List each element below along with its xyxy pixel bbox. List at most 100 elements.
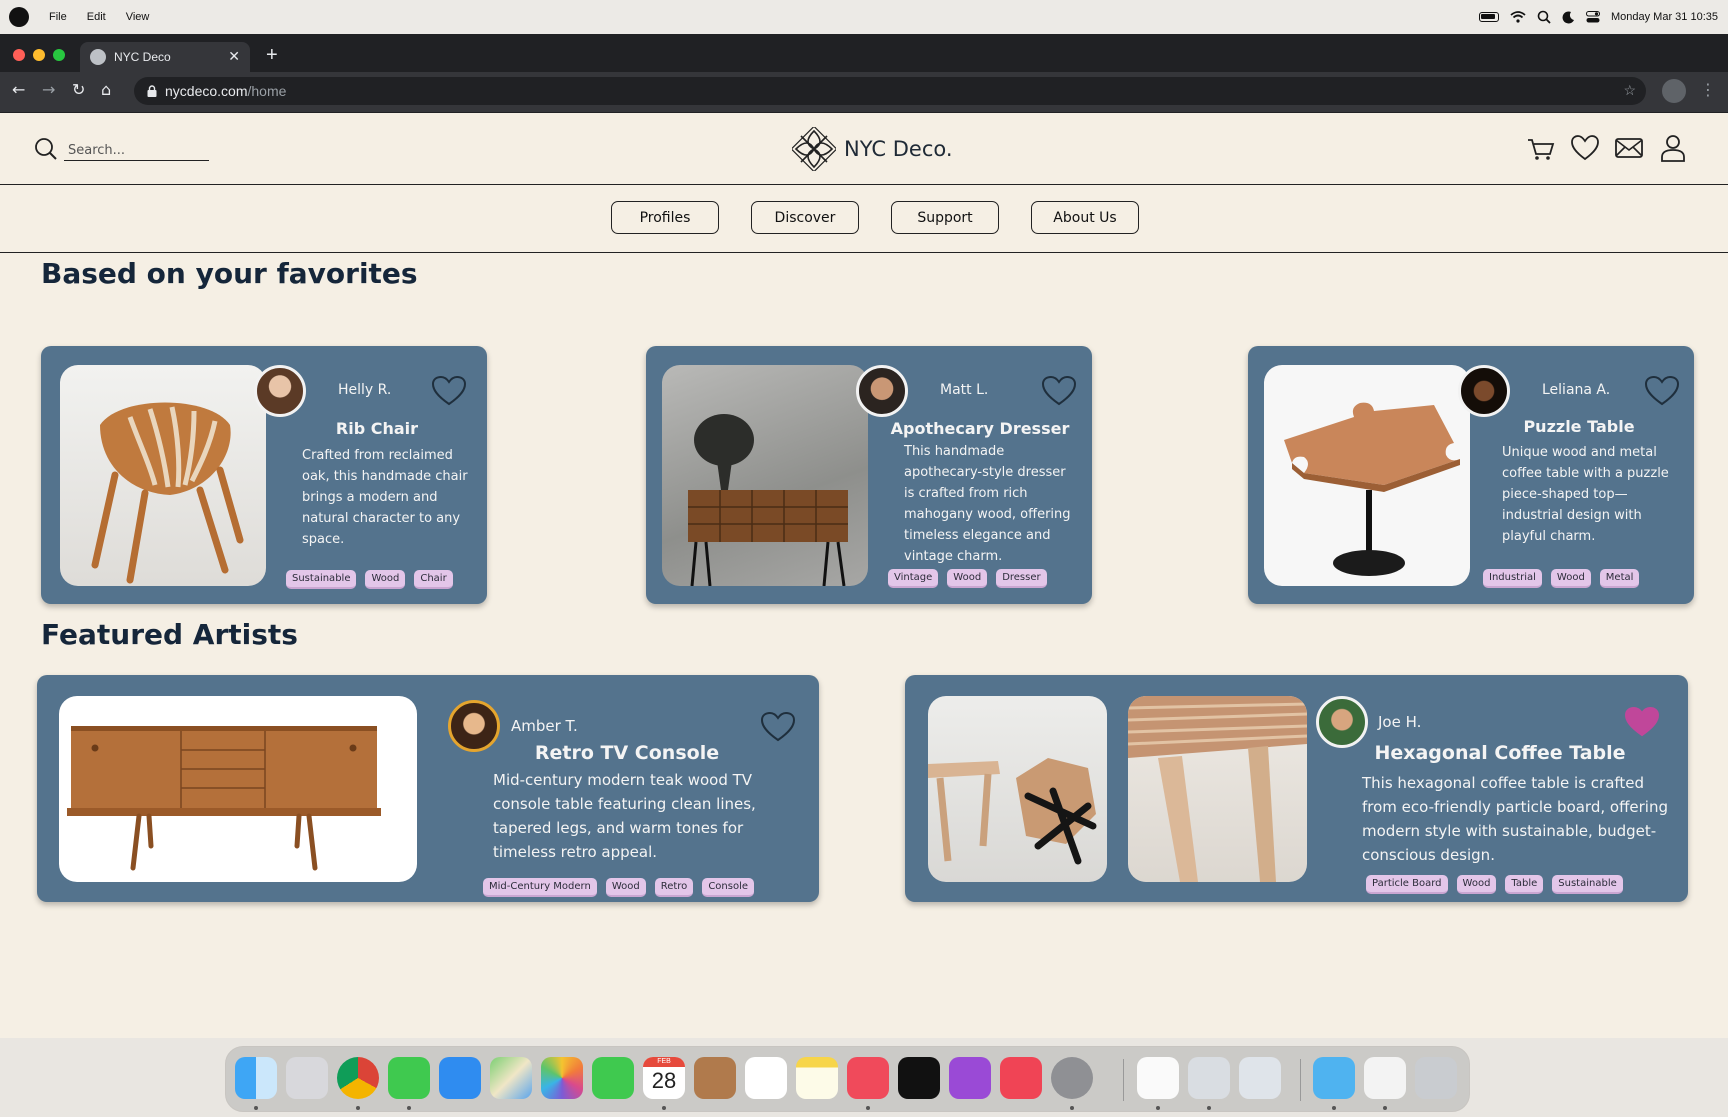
chrome-icon[interactable] (337, 1057, 379, 1099)
spotlight-search-icon[interactable] (1537, 10, 1551, 24)
featured-card-hexagonal-coffee-table[interactable]: Joe H. Hexagonal Coffee Table This hexag… (905, 675, 1688, 902)
do-not-disturb-moon-icon[interactable] (1562, 10, 1575, 24)
menubar-clock[interactable]: Monday Mar 31 10:35 (1611, 11, 1718, 23)
trash-icon[interactable] (1415, 1057, 1457, 1099)
user-account-icon[interactable] (1658, 133, 1688, 163)
product-title[interactable]: Puzzle Table (1470, 417, 1688, 436)
new-tab-plus-icon[interactable]: + (266, 44, 278, 67)
calendar-icon[interactable]: FEB 28 (643, 1057, 685, 1099)
blank-app-icon[interactable] (1239, 1057, 1281, 1099)
close-window-button[interactable] (13, 49, 25, 61)
product-title[interactable]: Retro TV Console (477, 742, 777, 764)
product-card-apothecary-dresser[interactable]: Matt L. Apothecary Dresser This handmade… (646, 346, 1092, 604)
search-input[interactable]: Search... (64, 143, 209, 161)
artist-avatar[interactable] (1316, 696, 1368, 748)
search-bar[interactable]: Search... (34, 137, 209, 161)
menu-edit[interactable]: Edit (87, 11, 106, 23)
nav-about-us-button[interactable]: About Us (1031, 201, 1139, 234)
liked-heart-icon[interactable] (1624, 706, 1660, 738)
music-icon[interactable] (847, 1057, 889, 1099)
podcasts-icon[interactable] (949, 1057, 991, 1099)
browser-tab[interactable]: NYC Deco ✕ (80, 42, 250, 72)
like-heart-icon[interactable] (431, 375, 467, 407)
product-card-puzzle-table[interactable]: Leliana A. Puzzle Table Unique wood and … (1248, 346, 1694, 604)
artist-avatar[interactable] (254, 365, 306, 417)
maps-icon[interactable] (490, 1057, 532, 1099)
tab-close-icon[interactable]: ✕ (228, 48, 240, 65)
apothecary-dresser-image[interactable] (662, 365, 868, 586)
product-title[interactable]: Apothecary Dresser (871, 419, 1089, 438)
search-icon[interactable] (34, 137, 58, 161)
zoom-window-button[interactable] (53, 49, 65, 61)
tag[interactable]: Wood (365, 570, 406, 589)
featured-card-retro-tv-console[interactable]: Amber T. Retro TV Console Mid-century mo… (37, 675, 819, 902)
wifi-icon[interactable] (1510, 11, 1526, 23)
nav-support-button[interactable]: Support (891, 201, 999, 234)
like-heart-icon[interactable] (760, 711, 796, 743)
contacts-icon[interactable] (694, 1057, 736, 1099)
site-logo[interactable]: NYC Deco. (792, 127, 953, 171)
tag[interactable]: Sustainable (1552, 875, 1623, 894)
notes-icon[interactable] (796, 1057, 838, 1099)
reminders-icon[interactable] (745, 1057, 787, 1099)
tag[interactable]: Vintage (888, 569, 939, 588)
hexagonal-table-image-2[interactable] (1128, 696, 1307, 882)
address-bar[interactable]: nycdeco.com/home ☆ (134, 77, 1646, 105)
like-heart-icon[interactable] (1041, 375, 1077, 407)
mail-icon[interactable] (1614, 133, 1644, 163)
tag[interactable]: Mid-Century Modern (483, 878, 597, 897)
favorites-heart-icon[interactable] (1570, 133, 1600, 163)
bookmark-star-icon[interactable]: ☆ (1623, 82, 1636, 99)
artist-name[interactable]: Matt L. (940, 382, 988, 398)
messages-icon[interactable] (388, 1057, 430, 1099)
puzzle-table-image[interactable] (1264, 365, 1470, 586)
launchpad-icon[interactable] (286, 1057, 328, 1099)
browser-profile-avatar[interactable] (1662, 79, 1686, 103)
tag[interactable]: Wood (605, 878, 646, 897)
photos-icon[interactable] (541, 1057, 583, 1099)
tag[interactable]: Industrial (1483, 569, 1542, 588)
mail-icon[interactable] (439, 1057, 481, 1099)
artist-avatar[interactable] (856, 365, 908, 417)
minimize-window-button[interactable] (33, 49, 45, 61)
menu-file[interactable]: File (49, 11, 67, 23)
home-icon[interactable]: ⌂ (101, 80, 111, 99)
back-arrow-icon[interactable]: ← (12, 80, 25, 99)
nav-profiles-button[interactable]: Profiles (611, 201, 719, 234)
artist-name[interactable]: Leliana A. (1542, 382, 1610, 398)
reload-icon[interactable]: ↻ (72, 80, 85, 99)
menu-view[interactable]: View (126, 11, 150, 23)
product-title[interactable]: Hexagonal Coffee Table (1345, 742, 1655, 764)
product-card-rib-chair[interactable]: Helly R. Rib Chair Crafted from reclaime… (41, 346, 487, 604)
preview-icon[interactable] (1188, 1057, 1230, 1099)
cart-icon[interactable] (1526, 133, 1556, 163)
document-icon[interactable] (1364, 1057, 1406, 1099)
textedit-icon[interactable] (1137, 1057, 1179, 1099)
tag[interactable]: Retro (654, 878, 694, 897)
tag[interactable]: Chair (414, 570, 453, 589)
facetime-icon[interactable] (592, 1057, 634, 1099)
tag[interactable]: Wood (1550, 569, 1591, 588)
retro-tv-console-image[interactable] (59, 696, 417, 882)
tv-icon[interactable] (898, 1057, 940, 1099)
control-center-icon[interactable] (1585, 11, 1600, 23)
browser-menu-kebab-icon[interactable]: ⋮ (1700, 80, 1716, 99)
nav-discover-button[interactable]: Discover (751, 201, 859, 234)
like-heart-icon[interactable] (1644, 375, 1680, 407)
tag[interactable]: Wood (947, 569, 988, 588)
tag[interactable]: Table (1505, 875, 1544, 894)
artist-avatar[interactable] (1458, 365, 1510, 417)
apple-menu-icon[interactable] (9, 7, 29, 27)
tag[interactable]: Console (702, 878, 755, 897)
tag[interactable]: Sustainable (286, 570, 357, 589)
rib-chair-image[interactable] (60, 365, 266, 586)
artist-name[interactable]: Joe H. (1378, 713, 1421, 731)
tag[interactable]: Wood (1456, 875, 1497, 894)
news-icon[interactable] (1000, 1057, 1042, 1099)
artist-name[interactable]: Amber T. (511, 717, 578, 735)
artist-name[interactable]: Helly R. (338, 382, 391, 398)
folder-icon[interactable] (1313, 1057, 1355, 1099)
settings-icon[interactable] (1051, 1057, 1093, 1099)
finder-icon[interactable] (235, 1057, 277, 1099)
forward-arrow-icon[interactable]: → (42, 80, 55, 99)
